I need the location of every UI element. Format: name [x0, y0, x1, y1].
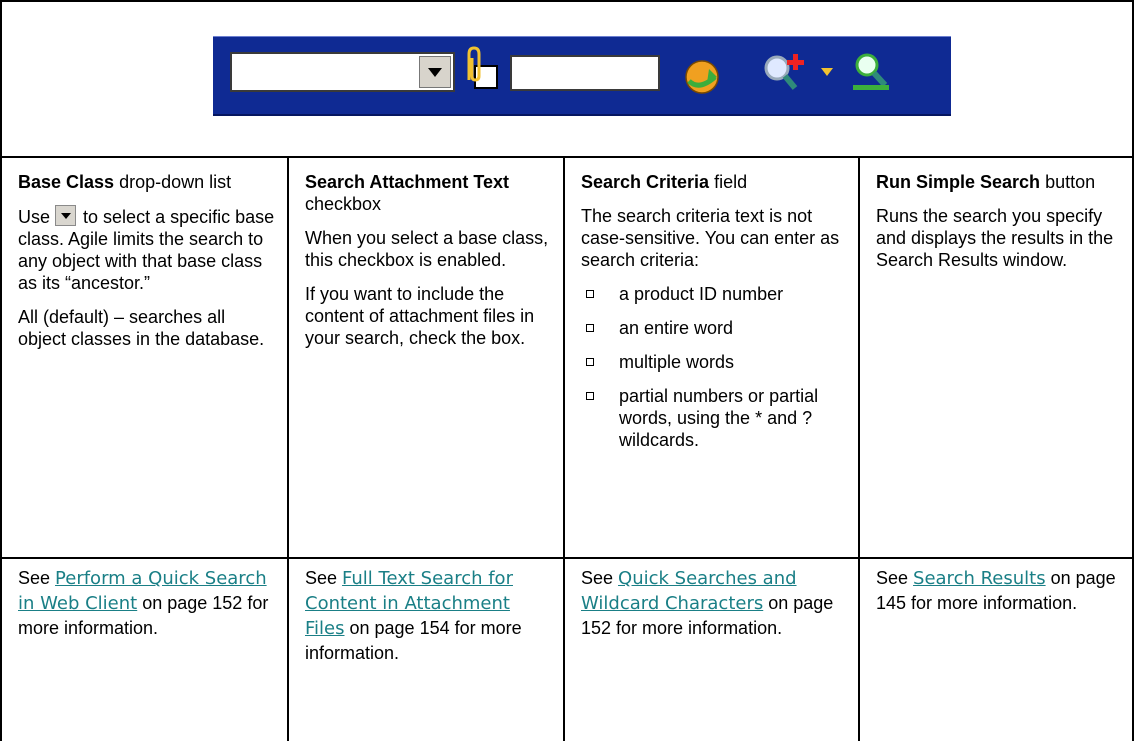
run-search-text: Runs the search you specify and displays… — [876, 206, 1114, 270]
see-text: See — [18, 568, 56, 588]
see-text: See — [876, 568, 914, 588]
see-text: See — [305, 568, 343, 588]
see-text: See — [581, 568, 619, 588]
run-search-reference: See Search Results on page 145 for more … — [860, 566, 1132, 615]
criteria-description: Search Criteria field The search criteri… — [565, 171, 858, 463]
all-default-text: All (default) – searches all object clas… — [18, 307, 265, 349]
caret-down-icon[interactable] — [820, 67, 834, 77]
title-suffix: checkbox — [305, 194, 382, 214]
run-search-description: Run Simple Search button Runs the search… — [860, 171, 1132, 283]
criteria-title: Search Criteria — [581, 172, 710, 192]
attachment-text-2: If you want to include the content of at… — [305, 284, 535, 348]
base-class-dropdown[interactable] — [230, 52, 455, 92]
base-class-title: Base Class — [18, 172, 115, 192]
use-text: Use — [18, 207, 51, 227]
criteria-text: The search criteria text is not case-sen… — [581, 206, 840, 270]
title-suffix: button — [1040, 172, 1096, 192]
attachment-description: Search Attachment Text checkbox When you… — [289, 171, 563, 361]
criteria-reference: See Quick Searches and Wildcard Characte… — [565, 566, 858, 640]
advanced-search-icon[interactable] — [759, 48, 809, 98]
base-class-reference: See Perform a Quick Search in Web Client… — [2, 566, 287, 640]
list-item: a product ID number — [581, 283, 846, 305]
paperclip-checkbox-icon[interactable] — [461, 46, 501, 94]
base-class-description: Base Class drop-down list Use to select … — [2, 171, 287, 362]
list-item: an entire word — [581, 317, 846, 339]
quick-search-toolbar — [213, 36, 951, 116]
attachment-text-1: When you select a base class, this check… — [305, 228, 549, 270]
chevron-down-icon — [428, 67, 442, 77]
run-search-icon[interactable] — [681, 55, 723, 97]
search-icon[interactable] — [847, 47, 897, 97]
list-item: multiple words — [581, 351, 846, 373]
attachment-reference: See Full Text Search for Content in Atta… — [289, 566, 563, 665]
title-suffix: field — [709, 172, 748, 192]
search-results-link[interactable]: Search Results — [913, 568, 1046, 589]
title-suffix: drop-down list — [114, 172, 232, 192]
list-item: partial numbers or partial words, using … — [581, 385, 846, 451]
dropdown-arrow-button[interactable] — [419, 56, 451, 88]
search-criteria-input[interactable] — [510, 55, 660, 91]
chevron-down-icon — [55, 205, 77, 226]
run-search-title: Run Simple Search — [876, 172, 1041, 192]
criteria-list: a product ID number an entire word multi… — [581, 283, 846, 451]
attachment-title: Search Attachment Text — [305, 172, 510, 192]
